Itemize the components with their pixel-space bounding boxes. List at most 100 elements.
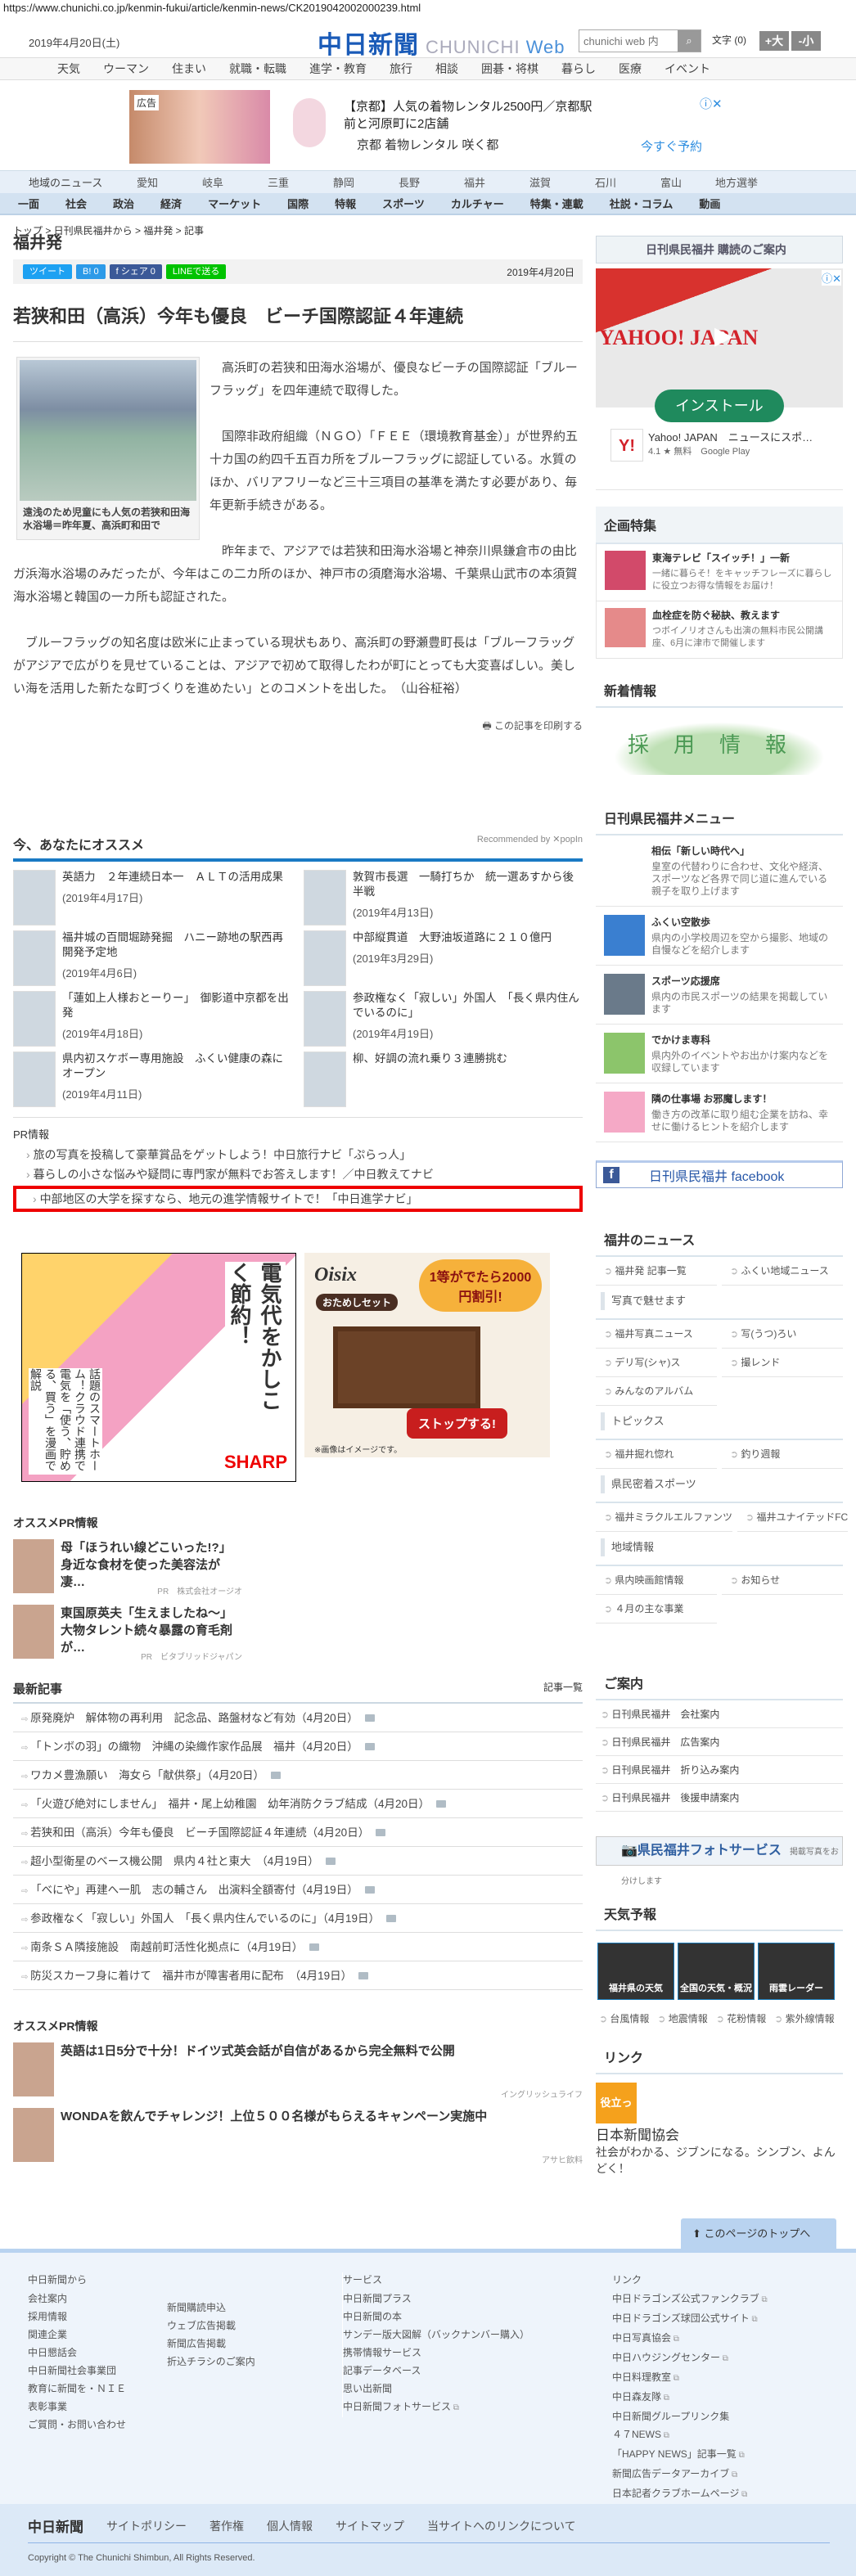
recommend-item-title[interactable]: 中部縦貫道 大野油坂道路に２１０億円 [353, 930, 552, 945]
menu-thumbnail[interactable] [604, 1033, 645, 1074]
article-list-link[interactable]: 記事一覧 [543, 1680, 583, 1697]
latest-article-item[interactable]: 超小型衛星のベース機公開 県内４社と東大 （4月19日） [13, 1847, 583, 1876]
latest-article-item[interactable]: 参政権なく「寂しい」外国人 「長く県内住んでいるのに」（4月19日） [13, 1904, 583, 1933]
category-nav-item[interactable]: カルチャー [451, 196, 504, 211]
weather-link[interactable]: 台風情報 [599, 2011, 649, 2025]
region-nav-item[interactable]: 石川 [573, 174, 638, 190]
link-badge[interactable]: 役立った [596, 2083, 637, 2150]
fukui-news-link[interactable]: 福井発 記事一覧 [596, 1257, 717, 1286]
footer-link[interactable]: 中日新聞社会事業団 [28, 2362, 126, 2380]
pr-info-link[interactable]: 暮らしの小さな悩みや疑問に専門家が無料でお答えします！／中日教えてナビ [13, 1164, 583, 1184]
menu-item-title[interactable]: でかけま専科 [651, 1033, 835, 1047]
footer-link[interactable]: 中日料理教室 [612, 2368, 768, 2388]
region-nav-item[interactable]: 静岡 [311, 174, 376, 190]
footer-link[interactable]: 中日新聞プラス [343, 2290, 529, 2308]
latest-article-item[interactable]: ワカメ豊漁願い 海女ら「献供祭」（4月20日） [13, 1761, 583, 1790]
footer-link[interactable]: 中日新聞グループリンク集 [612, 2407, 768, 2425]
category-nav-item[interactable]: 国際 [287, 196, 309, 211]
menu-item-title[interactable]: スポーツ応援席 [651, 974, 835, 988]
fukui-news-link[interactable]: 福井ユナイテッドFC [737, 1503, 849, 1532]
top-nav-item[interactable]: 進学・教育 [309, 58, 367, 79]
category-nav-item[interactable]: 特報 [335, 196, 356, 211]
fukui-news-link[interactable]: 県内映画館情報 [596, 1566, 717, 1595]
fukui-news-link[interactable]: 撮レンド [722, 1349, 843, 1377]
oisix-stop-button[interactable]: ストップする! [407, 1408, 507, 1439]
footer-link[interactable]: 採用情報 [28, 2308, 126, 2326]
footer-link[interactable]: 新聞広告掲載 [167, 2335, 255, 2353]
ad-cta-link[interactable]: 今すぐ予約 [641, 137, 702, 155]
tweet-button[interactable]: ツイート [23, 264, 72, 279]
fukui-news-link[interactable]: 写(うつ)ろい [722, 1320, 843, 1349]
latest-article-link[interactable]: ワカメ豊漁願い 海女ら「献供祭」（4月20日） [30, 1769, 264, 1781]
menu-item[interactable]: スポーツ応援席 県内の市民スポーツの結果を掲載しています [596, 966, 843, 1025]
pr-info-link[interactable]: 中部地区の大学を探すなら、地元の進学情報サイトで！「中日進学ナビ」 [13, 1186, 583, 1212]
latest-article-item[interactable]: 原発廃炉 解体物の再利用 記念品、路盤材など有効（4月20日） [13, 1704, 583, 1732]
menu-item-title[interactable]: 隣の仕事場 お邪魔します！ [651, 1092, 835, 1106]
top-nav-item[interactable]: 住まい [172, 58, 206, 79]
subscribe-banner[interactable]: 日刊県民福井 購読のご案内 [596, 236, 843, 263]
footer-bottom-link[interactable]: 個人情報 [267, 2518, 313, 2534]
menu-thumbnail[interactable] [604, 915, 645, 956]
footer-link[interactable]: 記事データベース [343, 2362, 529, 2380]
fukui-news-link[interactable]: デリ写(シャ)ス [596, 1349, 717, 1377]
link-name[interactable]: 日本新聞協会 [596, 2123, 843, 2144]
pr-thumbnail[interactable] [13, 1605, 54, 1659]
top-nav-item[interactable]: 就職・転職 [229, 58, 286, 79]
recommend-item[interactable]: 参政権なく「寂しい」外国人 「長く県内住んでいるのに」 (2019年4月19日) [304, 991, 583, 1052]
category-nav-item[interactable]: マーケット [208, 196, 261, 211]
footer-link[interactable]: 折込チラシのご案内 [167, 2353, 255, 2371]
pr-item-title[interactable]: WONDAを飲んでチャレンジ！上位５００名様がもらえるキャンペーン実施中 [61, 2108, 487, 2165]
feature-thumbnail[interactable] [605, 551, 646, 590]
menu-item[interactable]: 隣の仕事場 お邪魔します！ 働き方の改革に取り組む企業を訪ね、幸せに働けるヒントを… [596, 1083, 843, 1142]
search-input[interactable] [579, 30, 678, 52]
site-logo[interactable]: 中日新聞 CHUNICHI Web [318, 25, 565, 61]
menu-item[interactable]: でかけま専科 県内外のイベントやお出かけ案内などを収録しています [596, 1025, 843, 1083]
latest-article-link[interactable]: 南条ＳＡ隣接施設 南越前町活性化拠点に（4月19日） [30, 1941, 303, 1953]
recommend-item[interactable]: 県内初スケボー専用施設 ふくい健康の森にオープン (2019年4月11日) [13, 1052, 292, 1112]
top-nav-item[interactable]: ウーマン [103, 58, 149, 79]
footer-link[interactable]: ４７NEWS [612, 2425, 768, 2445]
latest-article-link[interactable]: 「火遊び絶対にしません」 福井・尾上幼稚園 幼年消防クラブ結成（4月20日） [30, 1798, 430, 1810]
recommend-thumbnail[interactable] [13, 991, 56, 1047]
fukui-news-link[interactable]: お知らせ [722, 1566, 843, 1595]
footer-bottom-link[interactable]: サイトマップ [336, 2518, 404, 2534]
latest-article-link[interactable]: 原発廃炉 解体物の再利用 記念品、路盤材など有効（4月20日） [30, 1712, 358, 1724]
guide-link[interactable]: 日刊県民福井 折り込み案内 [596, 1756, 843, 1784]
menu-thumbnail[interactable] [604, 974, 645, 1015]
guide-link[interactable]: 日刊県民福井 会社案内 [596, 1700, 843, 1728]
footer-link[interactable]: 中日新聞の本 [343, 2308, 529, 2326]
feature-thumbnail[interactable] [605, 608, 646, 647]
pr-thumbnail[interactable] [13, 2108, 54, 2162]
footer-link[interactable]: 関連企業 [28, 2326, 126, 2344]
recommend-item-title[interactable]: 参政権なく「寂しい」外国人 「長く県内住んでいるのに」 [353, 991, 583, 1020]
footer-link[interactable]: 中日ドラゴンズ公式ファンクラブ [612, 2290, 768, 2309]
footer-bottom-link[interactable]: 当サイトへのリンクについて [427, 2518, 576, 2534]
region-nav-item[interactable]: 福井 [442, 174, 507, 190]
menu-item-title[interactable]: ふくい空散歩 [651, 915, 835, 929]
recommend-item-title[interactable]: 福井城の百間堀跡発掘 ハニー跡地の駅西再開発予定地 [62, 930, 292, 960]
top-nav-item[interactable]: 旅行 [390, 58, 412, 79]
sharp-ad[interactable]: 電気代をかしこく節約！ 話題のスマートホーム！クラウド連携で電気を「使う、貯める… [21, 1253, 296, 1482]
latest-article-link[interactable]: 「べにや」再建へ一肌 志の輔さん 出演料全額寄付（4月19日） [30, 1884, 358, 1896]
latest-article-item[interactable]: 「べにや」再建へ一肌 志の輔さん 出演料全額寄付（4月19日） [13, 1876, 583, 1904]
region-nav-item[interactable]: 三重 [246, 174, 311, 190]
menu-item[interactable]: ふくい空散歩 県内の小学校周辺を空から撮影、地域の自慢などを紹介します [596, 907, 843, 966]
latest-article-link[interactable]: 防災スカーフ身に着けて 福井市が障害者用に配布 （4月19日） [30, 1970, 352, 1982]
footer-bottom-link[interactable]: サイトポリシー [106, 2518, 187, 2534]
pr-info-link[interactable]: 旅の写真を投稿して豪華賞品をゲットしよう！中日旅行ナビ「ぷらっ人」 [13, 1145, 583, 1164]
menu-thumbnail[interactable] [604, 1092, 645, 1133]
footer-link[interactable]: 中日ハウジングセンター [612, 2349, 768, 2368]
recommend-item-title[interactable]: 県内初スケボー専用施設 ふくい健康の森にオープン [62, 1052, 292, 1081]
recommend-item[interactable]: 中部縦貫道 大野油坂道路に２１０億円 (2019年3月29日) [304, 930, 583, 991]
latest-article-link[interactable]: 若狭和田（高浜）今年も優良 ビーチ国際認証４年連続（4月20日） [30, 1826, 369, 1839]
footer-link[interactable]: 中日森友隊 [612, 2388, 768, 2407]
font-bigger-button[interactable]: +大 [759, 31, 789, 51]
weather-link[interactable]: 花粉情報 [716, 2011, 766, 2025]
feature-item[interactable]: 血栓症を防ぐ秘訣、教えます つボイノリオさんも出演の無料市民公開講座、6月に津市で… [596, 601, 843, 659]
region-nav-item[interactable]: 岐阜 [180, 174, 246, 190]
latest-article-item[interactable]: 防災スカーフ身に着けて 福井市が障害者用に配布 （4月19日） [13, 1961, 583, 1990]
footer-link[interactable]: 教育に新聞を・ＮＩＥ [28, 2380, 126, 2398]
ad-close-icon[interactable]: ⓘ✕ [700, 95, 723, 112]
top-nav-item[interactable]: 天気 [57, 58, 80, 79]
fukui-news-link[interactable]: 福井写真ニュース [596, 1320, 717, 1349]
